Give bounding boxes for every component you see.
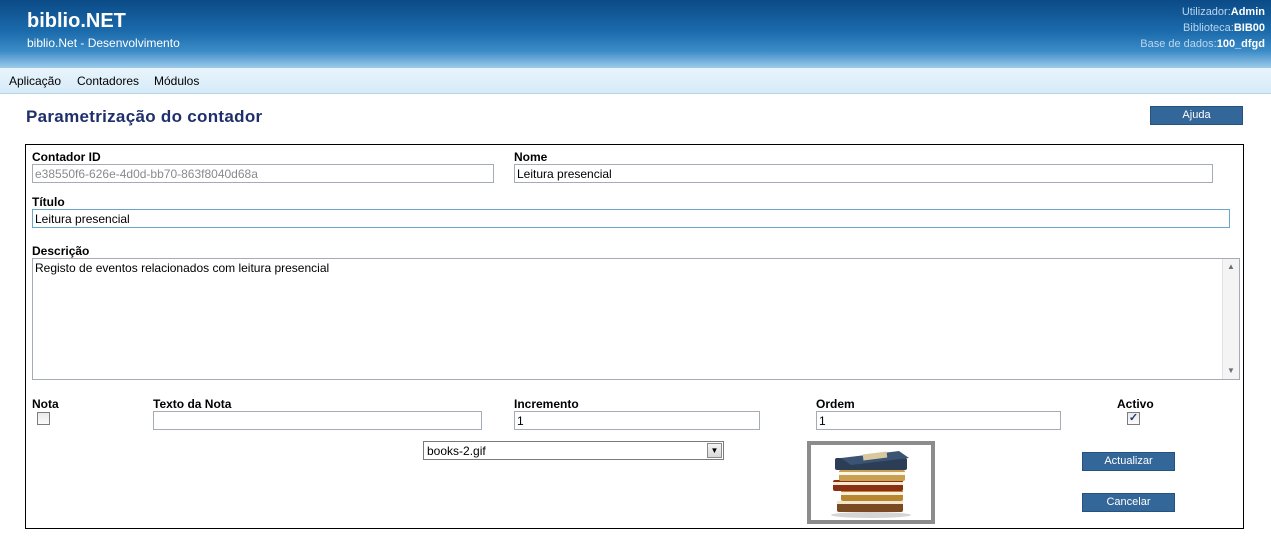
- image-select-value: books-2.gif: [427, 444, 486, 458]
- contador-id-label: Contador ID: [32, 150, 101, 164]
- scroll-down-icon[interactable]: ▼: [1223, 363, 1239, 379]
- chevron-down-icon[interactable]: ▼: [707, 443, 722, 458]
- nota-label: Nota: [32, 397, 59, 411]
- titulo-field[interactable]: Leitura presencial: [32, 209, 1230, 228]
- session-info: Utilizador:Admin Biblioteca:BIB00 Base d…: [1140, 4, 1265, 52]
- nome-field[interactable]: Leitura presencial: [514, 164, 1213, 183]
- library-value: BIB00: [1233, 22, 1265, 34]
- scroll-up-icon[interactable]: ▲: [1223, 259, 1239, 275]
- descricao-textarea[interactable]: Registo de eventos relacionados com leit…: [32, 258, 1240, 380]
- ordem-label: Ordem: [816, 397, 855, 411]
- incremento-label: Incremento: [514, 397, 579, 411]
- database-label: Base de dados:: [1140, 38, 1217, 50]
- descricao-scrollbar[interactable]: ▲ ▼: [1222, 259, 1239, 379]
- user-value: Admin: [1230, 6, 1265, 18]
- nota-checkbox[interactable]: [37, 412, 50, 425]
- descricao-text: Registo de eventos relacionados com leit…: [35, 261, 330, 275]
- image-select[interactable]: books-2.gif ▼: [423, 441, 724, 460]
- app-title: biblio.NET: [27, 10, 126, 32]
- page-title: Parametrização do contador: [26, 107, 263, 126]
- activo-label: Activo: [1117, 397, 1154, 411]
- image-preview: [807, 441, 935, 524]
- incremento-field[interactable]: 1: [514, 411, 760, 430]
- user-label: Utilizador:: [1181, 6, 1231, 18]
- actualizar-button[interactable]: Actualizar: [1082, 452, 1175, 471]
- cancelar-button[interactable]: Cancelar: [1082, 493, 1175, 512]
- menu-modulos[interactable]: Módulos: [154, 74, 199, 88]
- help-button[interactable]: Ajuda: [1150, 106, 1243, 125]
- books-icon: [831, 451, 911, 518]
- app-header: biblio.NET biblio.Net - Desenvolvimento …: [0, 0, 1271, 68]
- menu-bar: Aplicação Contadores Módulos: [0, 68, 1271, 94]
- ordem-field[interactable]: 1: [816, 411, 1061, 430]
- texto-nota-field[interactable]: [153, 411, 482, 430]
- database-value: 100_dfgd: [1216, 38, 1265, 50]
- descricao-label: Descrição: [32, 244, 90, 258]
- menu-aplicacao[interactable]: Aplicação: [9, 74, 61, 88]
- activo-checkbox[interactable]: ✓: [1127, 412, 1140, 425]
- texto-nota-label: Texto da Nota: [153, 397, 232, 411]
- menu-contadores[interactable]: Contadores: [77, 74, 139, 88]
- contador-id-field[interactable]: e38550f6-626e-4d0d-bb70-863f8040d68a: [32, 164, 494, 183]
- titulo-label: Título: [32, 195, 65, 209]
- library-label: Biblioteca:: [1183, 22, 1234, 34]
- nome-label: Nome: [514, 150, 548, 164]
- app-subtitle: biblio.Net - Desenvolvimento: [27, 36, 180, 50]
